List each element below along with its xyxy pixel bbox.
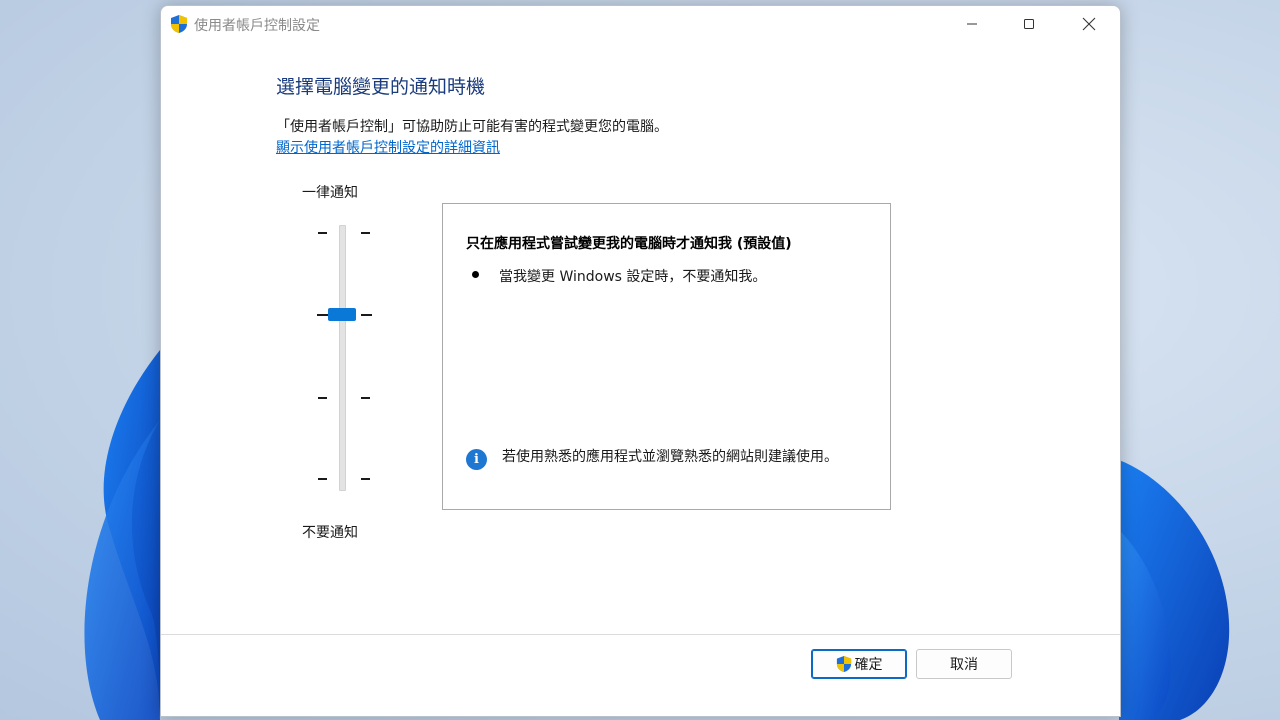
notification-level-slider[interactable] [311,221,381,501]
slider-tick-left-2 [317,314,328,316]
info-icon: i [466,449,487,470]
window-title: 使用者帳戶控制設定 [194,18,320,34]
uac-shield-icon [171,15,187,33]
close-icon [1082,17,1096,31]
minimize-button[interactable] [942,6,1002,42]
ok-button-label: 確定 [854,657,883,673]
slider-tick-left-3 [318,397,327,399]
cancel-button-label: 取消 [950,657,978,673]
level-description-panel: 只在應用程式嘗試變更我的電腦時才通知我 (預設值) 當我變更 Windows 設… [442,203,891,510]
slider-track[interactable] [339,225,346,491]
slider-tick-right-3 [361,397,370,399]
ok-button[interactable]: 確定 [811,649,907,679]
cancel-button[interactable]: 取消 [916,649,1012,679]
maximize-button[interactable] [999,6,1059,42]
level-title: 只在應用程式嘗試變更我的電腦時才通知我 (預設值) [466,236,792,252]
slider-bottom-label: 不要通知 [302,525,358,541]
minimize-icon [967,23,977,25]
close-button[interactable] [1059,6,1119,42]
slider-tick-right-2 [361,314,372,316]
uac-settings-window: 使用者帳戶控制設定 選擇電腦變更的通知時機 「使用者帳戶控制」可協助防止可能有害… [160,5,1121,717]
footer-divider [161,634,1120,635]
slider-tick-left-1 [318,232,327,234]
details-link[interactable]: 顯示使用者帳戶控制設定的詳細資訊 [276,137,500,157]
recommendation-text: 若使用熟悉的應用程式並瀏覽熟悉的網站則建議使用。 [502,449,838,465]
title-bar[interactable]: 使用者帳戶控制設定 [161,6,1120,42]
page-heading: 選擇電腦變更的通知時機 [276,76,486,98]
description-text: 「使用者帳戶控制」可協助防止可能有害的程式變更您的電腦。 [276,119,668,135]
slider-tick-right-4 [361,478,370,480]
slider-top-label: 一律通知 [302,185,358,201]
maximize-icon [1024,19,1034,29]
slider-thumb[interactable] [328,308,356,321]
level-bullet-text: 當我變更 Windows 設定時，不要通知我。 [499,269,767,285]
slider-tick-left-4 [318,478,327,480]
uac-shield-icon [836,656,851,672]
slider-tick-right-1 [361,232,370,234]
bullet-icon [472,271,479,278]
